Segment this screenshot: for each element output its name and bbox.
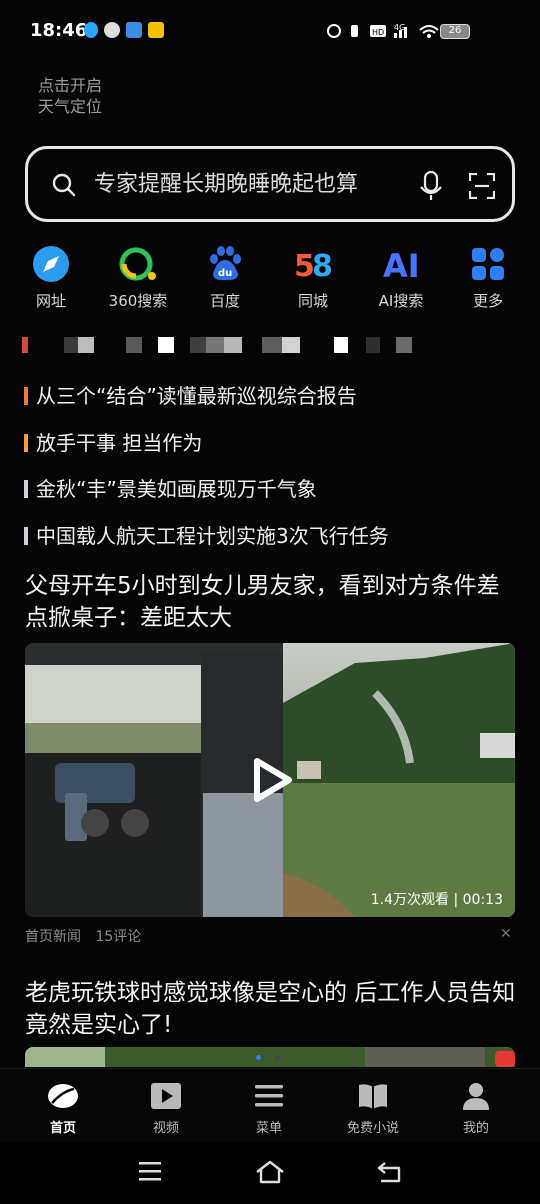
360-search-icon <box>119 247 156 281</box>
nav-label: 视频 <box>152 1121 179 1136</box>
quick-app-label: 更多 <box>472 292 503 310</box>
hot-news-title: 中国载人航天工程计划实施3次飞行任务 <box>36 524 389 548</box>
book-icon <box>359 1084 387 1109</box>
quick-app-label: 网址 <box>35 292 66 310</box>
quick-app-baidu[interactable]: du 百度 <box>185 244 265 311</box>
system-navigation-bar <box>0 1142 540 1204</box>
status-bar: 18:46 HD 4G 26 <box>0 0 540 62</box>
hot-news-item[interactable]: 金秋“丰”景美如画展现万千气象 <box>24 473 524 502</box>
carousel-dots <box>256 1045 294 1064</box>
hot-news-item[interactable]: 放手干事 担当作为 <box>24 427 524 456</box>
qq-icon <box>84 22 98 38</box>
svg-text:8: 8 <box>312 249 333 284</box>
quick-app-wangzhi[interactable]: 网址 <box>11 244 91 311</box>
nav-label: 免费小说 <box>346 1121 399 1136</box>
nav-label: 我的 <box>462 1121 489 1136</box>
hot-news-item[interactable]: 中国载人航天工程计划实施3次飞行任务 <box>24 520 524 549</box>
menu-icon <box>255 1085 283 1107</box>
thumbnail-fragment <box>495 1051 515 1067</box>
weather-line-1: 点击开启 <box>38 76 103 95</box>
quick-app-more[interactable]: 更多 <box>448 244 528 311</box>
rank-bar <box>24 480 28 498</box>
search-icon <box>52 173 76 197</box>
app-icon <box>104 22 120 38</box>
svg-text:AI: AI <box>383 247 420 284</box>
video-thumbnail[interactable]: 1.4万次观看 | 00:13 <box>25 643 515 917</box>
hot-news-item[interactable]: 从三个“结合”读懂最新巡视综合报告 <box>24 380 524 409</box>
bottom-navigation: 首页 视频 菜单 免费小说 我的 <box>0 1068 540 1142</box>
battery-level: 26 <box>448 25 462 36</box>
video-view-count-duration: 1.4万次观看 | 00:13 <box>370 892 503 908</box>
quick-apps-row: 网址 360搜索 du 百度 5 8 同城 AI AI搜索 更多 <box>0 244 540 314</box>
back-icon[interactable] <box>377 1160 403 1184</box>
app-icon <box>126 22 142 38</box>
hot-news-title: 从三个“结合”读懂最新巡视综合报告 <box>36 384 357 408</box>
article-title[interactable]: 父母开车5小时到女儿男友家，看到对方条件差点掀桌子：差距太大 <box>25 570 517 634</box>
rank-bar <box>24 387 28 405</box>
quick-app-label: 同城 <box>297 292 328 310</box>
pixelated-banner <box>22 337 442 353</box>
nav-menu[interactable]: 菜单 <box>224 1081 314 1136</box>
thumbnail-fragment <box>365 1047 485 1067</box>
article-title[interactable]: 老虎玩铁球时感觉球像是空心的 后工作人员告知竟然是实心了! <box>25 977 517 1041</box>
svg-text:du: du <box>218 268 232 279</box>
baidu-paw-icon: du <box>210 246 241 281</box>
nav-video[interactable]: 视频 <box>121 1081 211 1136</box>
carousel-dot-active <box>256 1055 261 1060</box>
nav-home[interactable]: 首页 <box>18 1081 108 1136</box>
ai-search-icon: AI <box>383 247 420 284</box>
article-source: 首页新闻 <box>25 929 81 945</box>
quick-app-ai-search[interactable]: AI AI搜索 <box>361 244 441 311</box>
status-time: 18:46 <box>30 20 88 41</box>
svg-text:HD: HD <box>372 28 384 37</box>
quick-app-360[interactable]: 360搜索 <box>98 244 178 311</box>
thumbnail-fragment <box>25 1047 105 1067</box>
video-play-icon <box>151 1083 181 1109</box>
search-input[interactable] <box>94 167 404 201</box>
person-icon <box>463 1083 489 1110</box>
hot-news-title: 放手干事 担当作为 <box>36 431 203 455</box>
nav-me[interactable]: 我的 <box>431 1081 521 1136</box>
rank-bar <box>24 434 28 452</box>
more-grid-icon <box>472 248 504 280</box>
quick-app-label: 360搜索 <box>108 292 168 310</box>
notification-icons <box>84 22 164 38</box>
weather-line-2: 天气定位 <box>38 97 103 116</box>
microphone-icon[interactable] <box>419 171 443 201</box>
nav-label: 菜单 <box>255 1121 282 1136</box>
comment-count: 15评论 <box>95 929 142 945</box>
hot-news-title: 金秋“丰”景美如画展现万千气象 <box>36 477 317 501</box>
nav-label: 首页 <box>49 1121 76 1136</box>
compass-icon <box>33 246 69 282</box>
nav-free-novels[interactable]: 免费小说 <box>328 1081 418 1136</box>
quick-app-label: 百度 <box>209 292 240 310</box>
article-meta: 首页新闻 15评论 <box>25 926 151 946</box>
battery-indicator: 26 <box>440 24 470 39</box>
scan-icon[interactable] <box>469 173 495 199</box>
close-icon[interactable]: ✕ <box>500 926 512 942</box>
58-tongcheng-icon: 5 8 <box>294 249 333 284</box>
home-icon[interactable] <box>255 1160 285 1184</box>
video-thumbnail-image <box>25 643 515 917</box>
search-box[interactable] <box>25 146 515 222</box>
rank-bar <box>24 527 28 545</box>
weather-location-prompt[interactable]: 点击开启 天气定位 <box>38 75 102 117</box>
quick-app-58[interactable]: 5 8 同城 <box>273 244 353 311</box>
home-leaf-icon <box>48 1084 78 1108</box>
58-icon <box>148 22 164 38</box>
quick-app-label: AI搜索 <box>378 292 424 310</box>
recent-apps-icon[interactable] <box>138 1160 162 1182</box>
carousel-dot <box>275 1055 280 1060</box>
